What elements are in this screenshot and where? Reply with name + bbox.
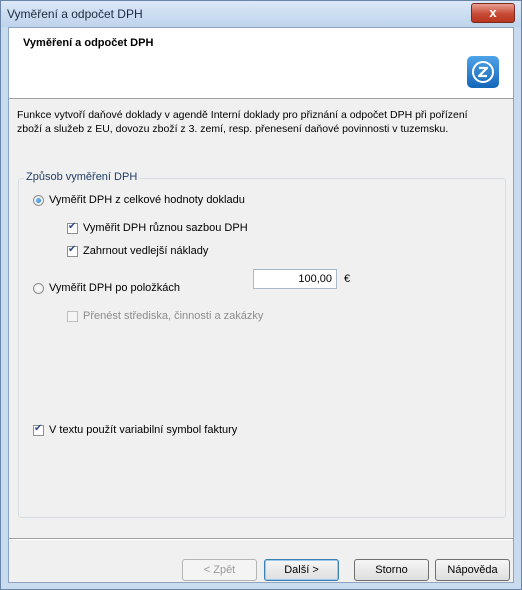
radio-items-option[interactable]: Vyměřit DPH po položkách (33, 282, 180, 294)
group-legend: Způsob vyměření DPH (24, 171, 140, 183)
page-title: Vyměření a odpočet DPH (23, 37, 154, 49)
currency-label: € (344, 273, 351, 285)
check-rates-box[interactable] (67, 221, 78, 234)
check-costs-option[interactable]: Zahrnout vedlejší náklady (67, 244, 209, 257)
check-transfer-box[interactable] (67, 310, 78, 322)
cancel-button[interactable]: Storno (354, 559, 429, 581)
app-logo-icon (467, 56, 499, 88)
check-varsym-box[interactable] (33, 423, 44, 436)
costs-amount-input[interactable]: 100,00 (253, 269, 337, 289)
check-rates-label: Vyměřit DPH různou sazbou DPH (83, 222, 248, 234)
radio-total-button[interactable] (33, 194, 44, 206)
title-bar[interactable]: Vyměření a odpočet DPH x (1, 1, 521, 27)
check-rates-option[interactable]: Vyměřit DPH různou sazbou DPH (67, 221, 248, 234)
radio-total-option[interactable]: Vyměřit DPH z celkové hodnoty dokladu (33, 194, 245, 206)
close-button[interactable]: x (471, 3, 515, 23)
check-transfer-option[interactable]: Přenést střediska, činnosti a zakázky (67, 310, 263, 322)
next-button[interactable]: Další > (264, 559, 339, 581)
wizard-header: Vyměření a odpočet DPH (9, 28, 513, 99)
check-varsym-label: V textu použít variabilní symbol faktury (49, 424, 238, 436)
back-button[interactable]: < Zpět (182, 559, 257, 581)
radio-items-label: Vyměřit DPH po položkách (49, 282, 181, 294)
check-transfer-label: Přenést střediska, činnosti a zakázky (83, 310, 264, 322)
footer-separator (9, 538, 513, 540)
check-varsym-option[interactable]: V textu použít variabilní symbol faktury (33, 423, 238, 436)
radio-total-label: Vyměřit DPH z celkové hodnoty dokladu (49, 194, 245, 206)
window-title: Vyměření a odpočet DPH (7, 7, 143, 21)
description-line: Funkce vytvoří daňové doklady v agendě I… (17, 109, 468, 121)
description-line: zboží a služeb z EU, dovozu zboží z 3. z… (17, 123, 449, 135)
help-button[interactable]: Nápověda (435, 559, 510, 581)
description-text: Funkce vytvoří daňové doklady v agendě I… (17, 108, 509, 136)
check-costs-box[interactable] (67, 244, 78, 257)
check-costs-label: Zahrnout vedlejší náklady (83, 245, 209, 257)
vat-method-group: Způsob vyměření DPH Vyměřit DPH z celkov… (18, 171, 506, 518)
dialog-client: Vyměření a odpočet DPH Funkce vytvoří da… (8, 27, 514, 583)
radio-items-button[interactable] (33, 282, 44, 294)
dialog-window: Vyměření a odpočet DPH x Vyměření a odpo… (0, 0, 522, 590)
